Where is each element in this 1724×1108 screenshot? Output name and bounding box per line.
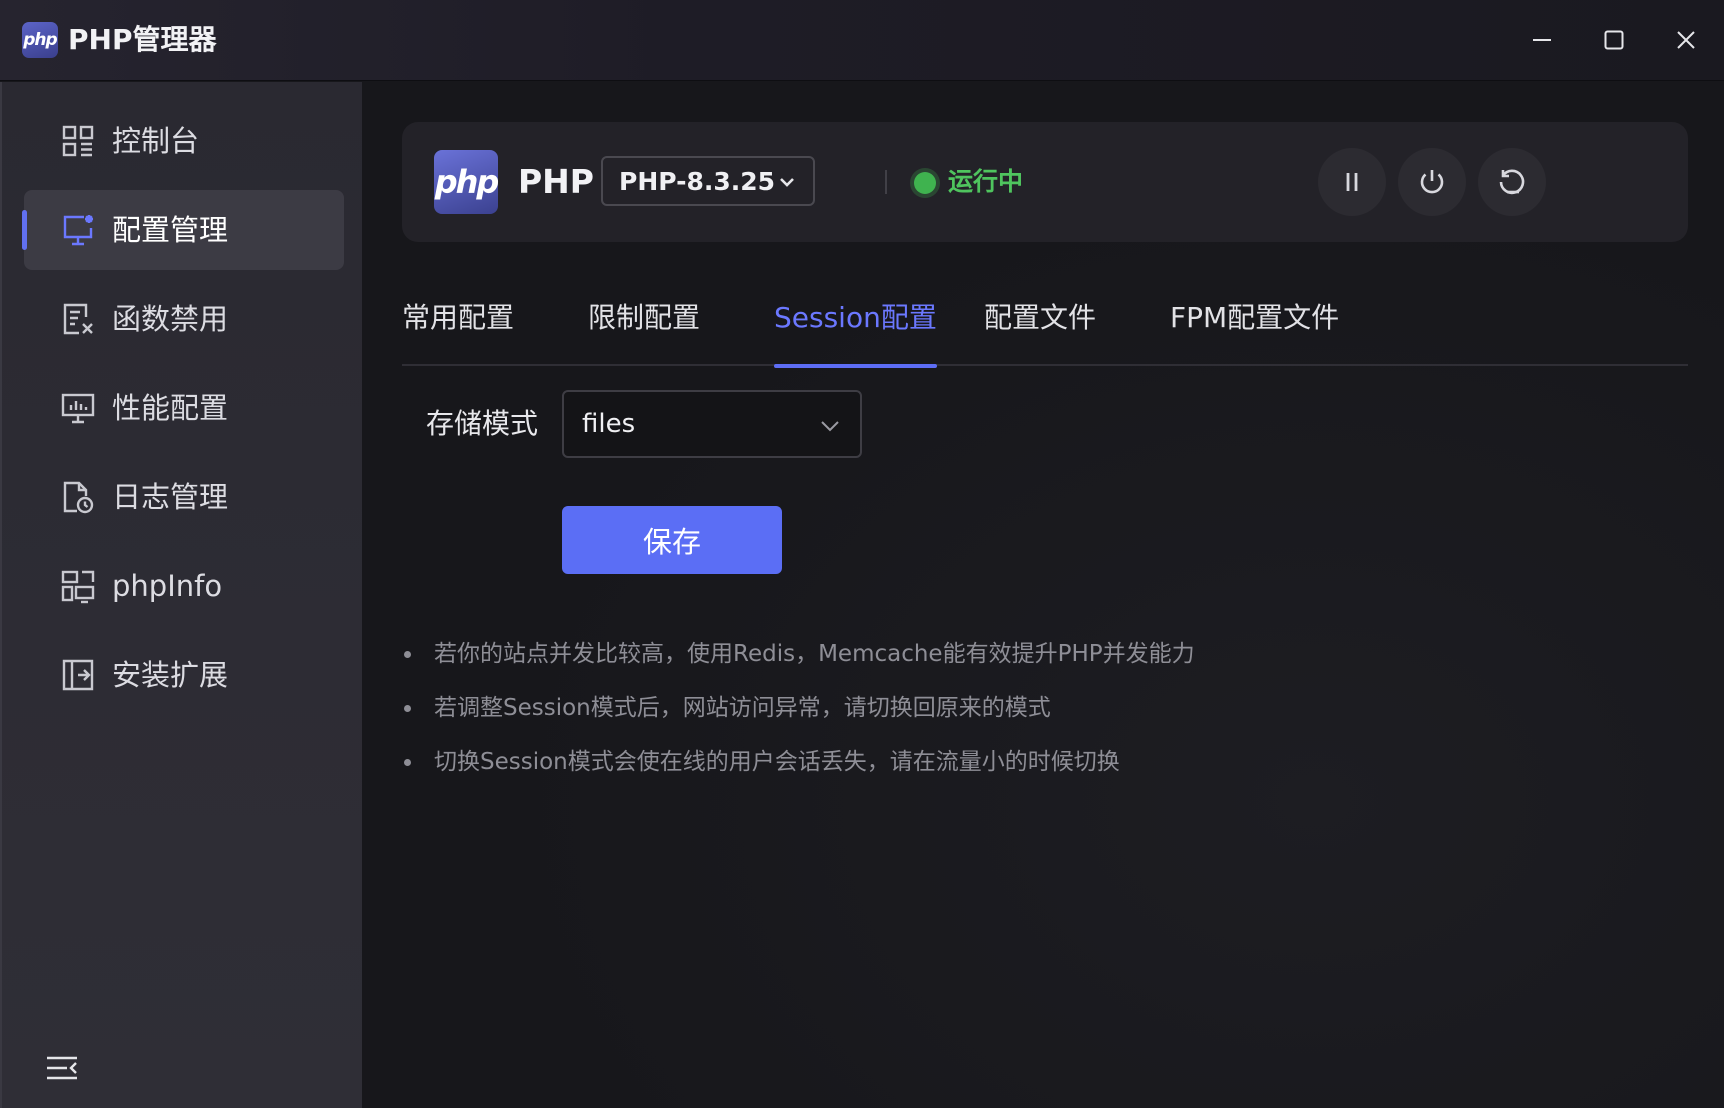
sidebar-item-logs[interactable]: 日志管理 (24, 457, 344, 537)
tab-config-file[interactable]: 配置文件 (984, 296, 1096, 366)
extension-install-icon (60, 657, 96, 693)
version-value: PHP-8.3.25 (619, 166, 776, 196)
power-button[interactable] (1398, 148, 1466, 216)
tab-fpm-config-file[interactable]: FPM配置文件 (1170, 296, 1339, 366)
status-running-icon (914, 172, 936, 194)
performance-icon (60, 390, 96, 426)
sidebar-item-label: 函数禁用 (112, 302, 229, 336)
php-logo-icon: php (434, 150, 499, 214)
chevron-down-icon (821, 421, 839, 432)
power-icon (1420, 170, 1444, 194)
php-logo-icon: php (22, 22, 58, 58)
storage-mode-label: 存储模式 (426, 407, 539, 440)
tips-list: 若你的站点并发比较高，使用Redis，Memcache能有效提升PHP并发能力 … (402, 637, 1195, 799)
restart-icon (1499, 169, 1525, 195)
tab-limit-config[interactable]: 限制配置 (588, 296, 700, 366)
log-file-icon (60, 479, 96, 515)
info-devices-icon (60, 568, 96, 604)
sidebar: 控制台 配置管理 函数禁用 性能配置 日志管理 phpInfo 安装扩展 (0, 82, 362, 1108)
maximize-icon (1604, 30, 1624, 50)
sidebar-item-console[interactable]: 控制台 (24, 101, 344, 181)
sidebar-item-extensions[interactable]: 安装扩展 (24, 635, 344, 715)
title-bar[interactable]: php PHP管理器 (0, 0, 1724, 81)
function-disable-icon (60, 301, 96, 337)
chevron-down-icon (780, 178, 794, 187)
config-monitor-icon (60, 212, 96, 248)
version-select[interactable]: PHP-8.3.25 (601, 156, 815, 206)
sidebar-item-label: 配置管理 (112, 213, 229, 247)
php-header-card: php PHP PHP-8.3.25 运行中 (402, 122, 1688, 242)
sidebar-item-performance[interactable]: 性能配置 (24, 368, 344, 448)
pause-icon (1346, 173, 1358, 191)
menu-collapse-icon (47, 1056, 77, 1080)
main-content: php PHP PHP-8.3.25 运行中 常用配置 限制配置 Session… (362, 82, 1724, 1108)
tab-common-config[interactable]: 常用配置 (402, 296, 514, 366)
pause-button[interactable] (1318, 148, 1386, 216)
status-text: 运行中 (948, 167, 1024, 196)
close-icon (1677, 31, 1695, 49)
sidebar-item-label: 控制台 (112, 124, 200, 158)
list-item: 若调整Session模式后，网站访问异常，请切换回原来的模式 (402, 691, 1195, 745)
storage-mode-value: files (582, 409, 636, 439)
restart-button[interactable] (1478, 148, 1546, 216)
sidebar-item-config[interactable]: 配置管理 (22, 190, 344, 270)
minimize-icon (1533, 39, 1551, 41)
minimize-button[interactable] (1520, 18, 1564, 62)
list-item: 若你的站点并发比较高，使用Redis，Memcache能有效提升PHP并发能力 (402, 637, 1195, 691)
close-button[interactable] (1664, 18, 1708, 62)
tab-session-config[interactable]: Session配置 (774, 296, 937, 368)
dashboard-icon (60, 123, 96, 159)
config-tabs: 常用配置 限制配置 Session配置 配置文件 FPM配置文件 (402, 296, 1688, 368)
sidebar-item-label: phpInfo (112, 569, 223, 603)
save-button[interactable]: 保存 (562, 506, 782, 574)
app-title: PHP管理器 (68, 23, 217, 56)
maximize-button[interactable] (1592, 18, 1636, 62)
storage-mode-select[interactable]: files (562, 390, 862, 458)
sidebar-item-label: 日志管理 (112, 480, 229, 514)
app-window: php PHP管理器 控制台 配置管理 函数禁用 性能配置 日志管理 phpIn… (0, 0, 1724, 1108)
sidebar-item-disable-functions[interactable]: 函数禁用 (24, 279, 344, 359)
divider (885, 170, 887, 194)
sidebar-item-label: 性能配置 (112, 391, 229, 425)
php-name: PHP (518, 162, 594, 201)
sidebar-item-phpinfo[interactable]: phpInfo (24, 546, 344, 626)
sidebar-collapse-button[interactable] (44, 1050, 80, 1086)
list-item: 切换Session模式会使在线的用户会话丢失，请在流量小的时候切换 (402, 745, 1195, 799)
sidebar-item-label: 安装扩展 (112, 658, 229, 692)
